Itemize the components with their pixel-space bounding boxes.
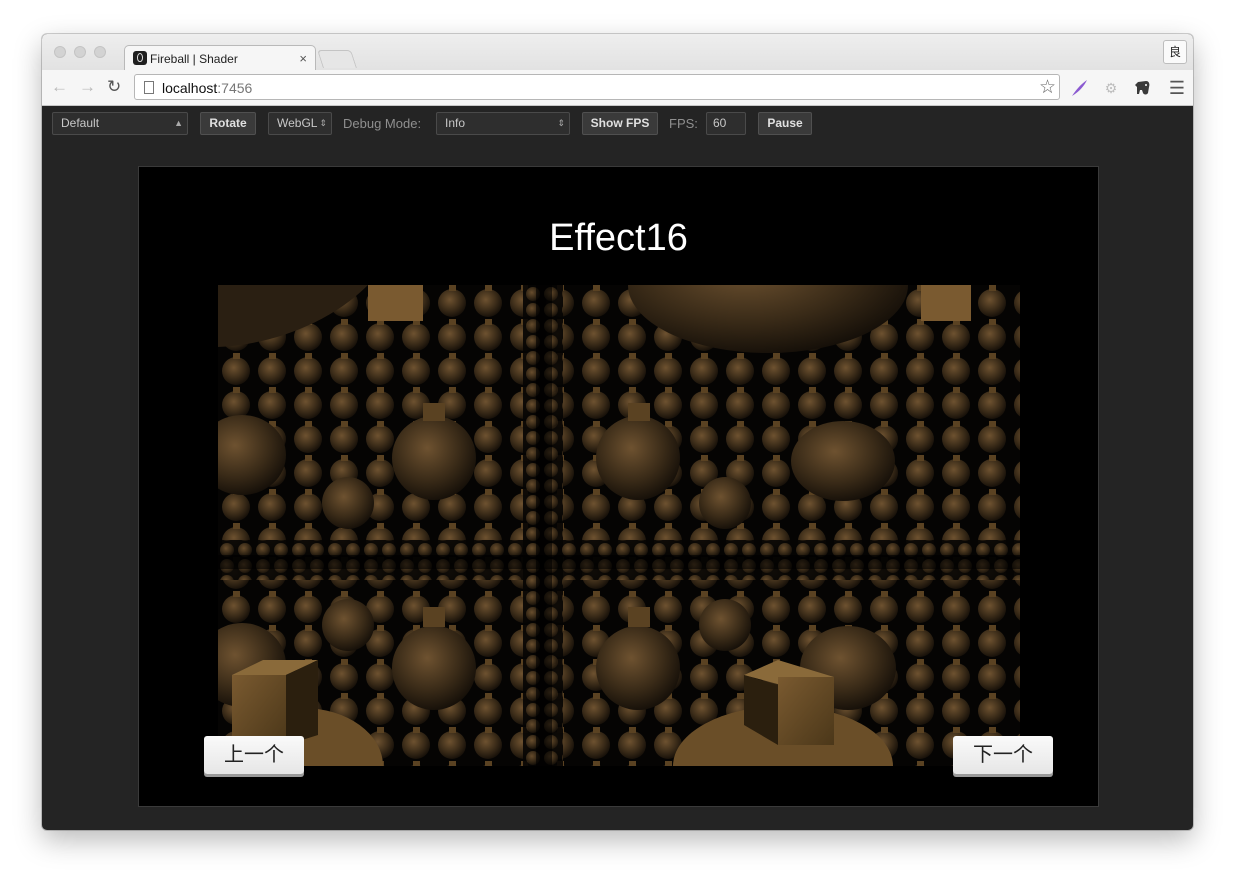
select-arrows-icon: ⇕ (319, 118, 327, 128)
preset-select-value: Default (61, 116, 100, 130)
next-effect-button[interactable]: 下一个 (953, 736, 1053, 774)
profile-button[interactable]: 良 (1163, 40, 1187, 64)
fps-input[interactable]: 60 (706, 112, 746, 135)
forward-arrow-icon[interactable]: → (79, 77, 96, 97)
browser-toolbar: ← → ↻ localhost:7456 ☆ ⚙ ☰ (42, 70, 1193, 106)
debug-mode-select-value: Info (445, 116, 466, 130)
reload-icon[interactable]: ↻ (107, 77, 121, 97)
select-arrows-icon: ⇕ (557, 118, 565, 128)
debug-mode-label: Debug Mode: (343, 116, 422, 131)
fireball-favicon-icon (133, 51, 147, 65)
tab-bar: Fireball | Shader × 良 (42, 34, 1193, 71)
url-port: :7456 (217, 80, 253, 96)
star-icon[interactable]: ☆ (1039, 76, 1056, 99)
debug-controls-bar: Default ▲ Rotate WebGL ⇕ Debug Mode: Inf… (42, 106, 1193, 140)
url-host: localhost (162, 80, 218, 96)
renderer-select-value: WebGL (277, 116, 318, 130)
minimize-window-button[interactable] (74, 46, 86, 58)
preset-select[interactable]: Default ▲ (52, 112, 188, 135)
feather-icon[interactable] (1069, 78, 1089, 98)
debug-mode-select[interactable]: Info ⇕ (436, 112, 570, 135)
page-icon (144, 81, 154, 94)
tab-fireball-shader[interactable]: Fireball | Shader × (124, 45, 316, 71)
new-tab-button[interactable] (317, 50, 357, 68)
back-arrow-icon[interactable]: ← (51, 77, 68, 97)
select-arrows-icon: ▲ (174, 118, 183, 128)
previous-effect-button[interactable]: 上一个 (204, 736, 304, 774)
browser-window: Fireball | Shader × 良 ← → ↻ localhost:74… (42, 34, 1193, 830)
zoom-window-button[interactable] (94, 46, 106, 58)
close-tab-icon[interactable]: × (299, 51, 307, 66)
game-canvas[interactable]: Effect16 上一个 下一个 (138, 166, 1099, 807)
close-window-button[interactable] (54, 46, 66, 58)
address-bar[interactable]: localhost:7456 ☆ (134, 74, 1060, 100)
hamburger-menu-icon[interactable]: ☰ (1169, 78, 1185, 98)
fps-label: FPS: (669, 116, 698, 131)
shader-scene (218, 285, 1020, 766)
elephant-icon[interactable] (1133, 78, 1153, 98)
url-text: localhost:7456 (162, 80, 252, 96)
rotate-button[interactable]: Rotate (200, 112, 256, 135)
renderer-select[interactable]: WebGL ⇕ (268, 112, 332, 135)
show-fps-button[interactable]: Show FPS (582, 112, 658, 135)
gear-icon[interactable]: ⚙ (1101, 78, 1121, 98)
effect-title: Effect16 (549, 217, 688, 259)
pause-button[interactable]: Pause (758, 112, 812, 135)
tab-title: Fireball | Shader (150, 52, 238, 66)
